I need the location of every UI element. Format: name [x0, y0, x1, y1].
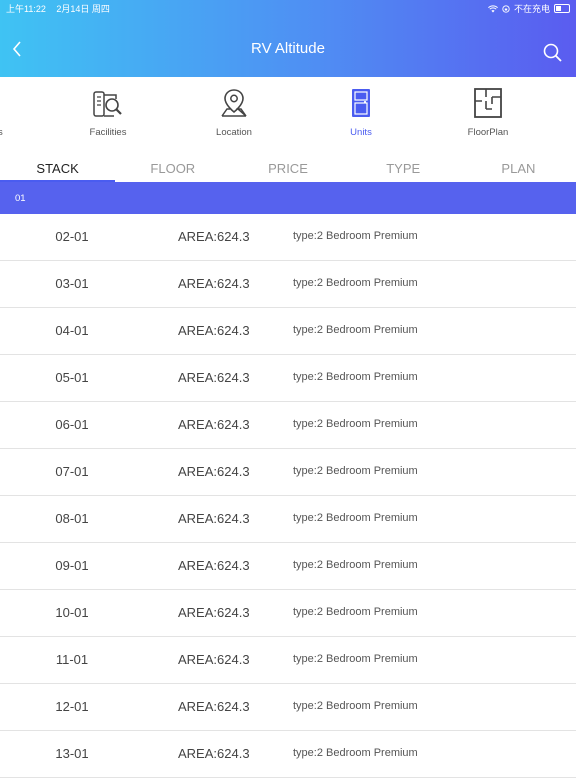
unit-area: AREA:624.3: [178, 746, 250, 761]
unit-area: AREA:624.3: [178, 417, 250, 432]
unit-area: AREA:624.3: [178, 511, 250, 526]
unit-row[interactable]: 05-01 AREA:624.3 type:2 Bedroom Premium: [0, 355, 576, 402]
category-nav: s Facilities Location Units FloorPlan: [0, 77, 576, 156]
status-bar: 上午11:22 2月14日 周四 不在充电: [0, 0, 576, 14]
page-title: RV Altitude: [251, 40, 325, 57]
unit-type: type:2 Bedroom Premium: [293, 747, 418, 759]
unit-row[interactable]: 06-01 AREA:624.3 type:2 Bedroom Premium: [0, 402, 576, 449]
unit-number: 07-01: [55, 464, 89, 479]
unit-number: 12-01: [55, 699, 89, 714]
stack-section-header: 01: [0, 182, 576, 214]
nav-item-floorplan[interactable]: FloorPlan: [443, 87, 533, 147]
unit-type: type:2 Bedroom Premium: [293, 465, 418, 477]
unit-number: 08-01: [55, 511, 89, 526]
section-label: 01: [15, 193, 26, 204]
status-right: 不在充电: [488, 2, 570, 15]
unit-number: 13-01: [55, 746, 89, 761]
unit-row[interactable]: 11-01 AREA:624.3 type:2 Bedroom Premium: [0, 637, 576, 684]
nav-label-facilities: Facilities: [89, 127, 127, 138]
unit-row[interactable]: 13-01 AREA:624.3 type:2 Bedroom Premium: [0, 731, 576, 778]
nav-label-units: Units: [350, 127, 372, 138]
unit-area: AREA:624.3: [178, 229, 250, 244]
nav-item-units[interactable]: Units: [316, 87, 406, 147]
unit-row[interactable]: 02-01 AREA:624.3 type:2 Bedroom Premium: [0, 214, 576, 261]
unit-type: type:2 Bedroom Premium: [293, 277, 418, 289]
app-header: 上午11:22 2月14日 周四 不在充电 RV Altitude: [0, 0, 576, 77]
unit-number: 03-01: [55, 276, 89, 291]
unit-number: 06-01: [55, 417, 89, 432]
unit-row[interactable]: 08-01 AREA:624.3 type:2 Bedroom Premium: [0, 496, 576, 543]
unit-type: type:2 Bedroom Premium: [293, 324, 418, 336]
unit-number: 02-01: [55, 229, 89, 244]
status-left: 上午11:22 2月14日 周四: [6, 2, 118, 15]
unit-row[interactable]: 12-01 AREA:624.3 type:2 Bedroom Premium: [0, 684, 576, 731]
facilities-icon: [93, 91, 122, 117]
filter-tabs: STACK FLOOR PRICE TYPE PLAN: [0, 155, 576, 182]
nav-label-location: Location: [216, 127, 252, 138]
battery-icon: [554, 4, 570, 13]
unit-type: type:2 Bedroom Premium: [293, 418, 418, 430]
nav-item-facilities[interactable]: Facilities: [63, 87, 153, 147]
nav-partial-label: s: [0, 127, 3, 138]
unit-area: AREA:624.3: [178, 605, 250, 620]
unit-number: 11-01: [55, 652, 89, 667]
unit-row[interactable]: 09-01 AREA:624.3 type:2 Bedroom Premium: [0, 543, 576, 590]
unit-type: type:2 Bedroom Premium: [293, 559, 418, 571]
unit-row[interactable]: 10-01 AREA:624.3 type:2 Bedroom Premium: [0, 590, 576, 637]
unit-area: AREA:624.3: [178, 276, 250, 291]
unit-area: AREA:624.3: [178, 370, 250, 385]
tab-price[interactable]: PRICE: [230, 155, 345, 182]
unit-row[interactable]: 07-01 AREA:624.3 type:2 Bedroom Premium: [0, 449, 576, 496]
unit-row[interactable]: 04-01 AREA:624.3 type:2 Bedroom Premium: [0, 308, 576, 355]
unit-list: 02-01 AREA:624.3 type:2 Bedroom Premium 03-…: [0, 214, 576, 778]
search-icon: [543, 43, 562, 62]
unit-number: 09-01: [55, 558, 89, 573]
nav-label-floorplan: FloorPlan: [467, 127, 509, 138]
unit-area: AREA:624.3: [178, 323, 250, 338]
floorplan-icon: [474, 88, 502, 118]
status-time: 上午11:22: [6, 4, 46, 14]
unit-area: AREA:624.3: [178, 464, 250, 479]
orientation-lock-icon: [502, 4, 510, 13]
charging-status: 不在充电: [513, 4, 550, 14]
unit-area: AREA:624.3: [178, 558, 250, 573]
unit-area: AREA:624.3: [178, 699, 250, 714]
tab-floor[interactable]: FLOOR: [115, 155, 230, 182]
search-button[interactable]: [542, 42, 564, 64]
unit-type: type:2 Bedroom Premium: [293, 700, 418, 712]
unit-row[interactable]: 03-01 AREA:624.3 type:2 Bedroom Premium: [0, 261, 576, 308]
tab-type[interactable]: TYPE: [346, 155, 461, 182]
tab-stack[interactable]: STACK: [0, 155, 116, 182]
unit-number: 10-01: [55, 605, 89, 620]
tab-plan[interactable]: PLAN: [461, 155, 576, 182]
unit-type: type:2 Bedroom Premium: [293, 653, 418, 665]
location-pin-icon: [221, 89, 247, 117]
status-date: 2月14日 周四: [56, 4, 110, 14]
nav-item-location[interactable]: Location: [189, 87, 279, 147]
unit-number: 05-01: [55, 370, 89, 385]
door-icon: [352, 89, 370, 117]
unit-area: AREA:624.3: [178, 652, 250, 667]
unit-type: type:2 Bedroom Premium: [293, 512, 418, 524]
unit-type: type:2 Bedroom Premium: [293, 606, 418, 618]
unit-number: 04-01: [55, 323, 89, 338]
wifi-icon: [488, 4, 498, 12]
unit-type: type:2 Bedroom Premium: [293, 371, 418, 383]
unit-type: type:2 Bedroom Premium: [293, 230, 418, 242]
